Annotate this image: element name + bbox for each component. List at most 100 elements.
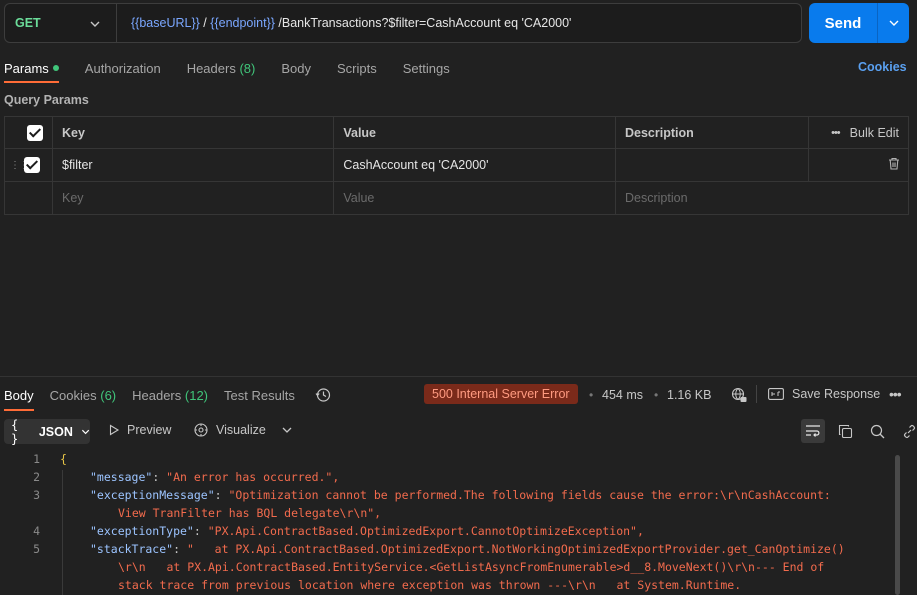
save-response-label: Save Response xyxy=(792,387,881,401)
request-tabs: Params Authorization Headers (8) Body Sc… xyxy=(4,58,476,83)
more-icon[interactable]: ••• xyxy=(889,386,902,402)
json-key: "message" xyxy=(90,470,153,484)
preview-button[interactable]: Preview xyxy=(108,423,171,437)
params-active-dot xyxy=(52,64,59,71)
tab-settings[interactable]: Settings xyxy=(403,61,450,76)
code-line: "message": "An error has occurred.", xyxy=(90,470,340,484)
preview-label: Preview xyxy=(127,423,172,437)
save-response-button[interactable]: Save Response xyxy=(768,387,880,401)
line-number: 4 xyxy=(33,524,40,538)
json-key: "stackTrace" xyxy=(90,542,174,556)
response-time[interactable]: 454 ms xyxy=(602,388,643,402)
more-icon[interactable]: ••• xyxy=(831,127,841,139)
select-all-cell xyxy=(4,116,53,149)
table-row: Key Value Description xyxy=(4,181,909,215)
method-label: GET xyxy=(15,16,41,30)
tab-params-label: Params xyxy=(4,60,49,76)
chevron-down-icon[interactable] xyxy=(281,424,293,436)
drag-handle-icon[interactable]: ⋮⋮ xyxy=(10,160,29,171)
json-key: "exceptionMessage" xyxy=(90,488,215,502)
scrollbar[interactable] xyxy=(895,455,900,595)
column-header-key: Key xyxy=(51,116,335,149)
param-key-cell[interactable]: $filter xyxy=(51,148,335,182)
meta-separator: • xyxy=(654,388,659,402)
column-header-value: Value xyxy=(333,116,616,149)
tab-response-cookies-label: Cookies xyxy=(49,387,97,403)
response-headers-count: (12) xyxy=(184,387,209,403)
table-header-row: Key Value Description ••• Bulk Edit xyxy=(4,116,909,149)
delete-cell xyxy=(808,148,909,182)
code-line-wrap: View TranFilter has BQL delegate\r\n", xyxy=(118,506,382,520)
json-value: "An error has occurred.", xyxy=(166,470,340,484)
key-placeholder[interactable]: Key xyxy=(51,181,335,215)
code-line-wrap: \r\n at PX.Api.ContractBased.EntityServi… xyxy=(118,560,825,574)
json-value: " at PX.Api.ContractBased.OptimizedExpor… xyxy=(186,542,845,556)
link-icon[interactable] xyxy=(897,419,917,443)
line-number: 1 xyxy=(33,452,40,466)
response-cookies-count: (6) xyxy=(100,387,117,403)
line-number: 2 xyxy=(33,470,40,484)
table-row: ⋮⋮ $filter CashAccount eq 'CA2000' xyxy=(4,148,909,182)
send-options-button[interactable] xyxy=(877,3,909,43)
tab-response-cookies[interactable]: Cookies (6) xyxy=(50,388,116,403)
url-separator: / xyxy=(203,16,207,30)
meta-separator: • xyxy=(589,388,594,402)
send-button[interactable]: Send xyxy=(809,3,877,43)
response-tools xyxy=(801,419,917,443)
query-params-title: Query Params xyxy=(4,93,89,107)
value-placeholder[interactable]: Value xyxy=(333,181,616,215)
pane-divider[interactable] xyxy=(0,376,917,377)
url-base-variable[interactable]: {{baseURL}} xyxy=(131,16,200,30)
headers-count: (8) xyxy=(239,60,256,76)
select-all-checkbox[interactable] xyxy=(27,124,43,141)
play-icon xyxy=(109,424,120,436)
tab-authorization[interactable]: Authorization xyxy=(85,61,161,76)
method-select[interactable]: GET xyxy=(5,4,117,42)
history-icon[interactable] xyxy=(315,387,331,403)
response-size[interactable]: 1.16 KB xyxy=(667,388,711,402)
tab-headers[interactable]: Headers (8) xyxy=(187,61,256,76)
bulk-edit-button[interactable]: Bulk Edit xyxy=(850,126,899,140)
tab-scripts[interactable]: Scripts xyxy=(337,61,377,76)
url-endpoint-variable[interactable]: {{endpoint}} xyxy=(210,16,275,30)
row-checkbox[interactable] xyxy=(24,157,40,173)
tab-params[interactable]: Params xyxy=(4,60,59,83)
chevron-down-icon xyxy=(81,429,90,434)
column-header-description: Description xyxy=(614,116,810,149)
url-path: /BankTransactions?$filter=CashAccount eq… xyxy=(278,16,572,30)
trash-icon[interactable] xyxy=(888,157,900,170)
save-response-icon xyxy=(768,388,784,400)
tab-response-body[interactable]: Body xyxy=(4,388,34,411)
search-icon[interactable] xyxy=(865,419,889,443)
row-select-cell: ⋮⋮ xyxy=(4,148,53,182)
visualize-icon xyxy=(194,423,208,437)
wrap-icon[interactable] xyxy=(801,419,825,443)
indent-guide xyxy=(62,470,63,595)
chevron-down-icon xyxy=(889,20,898,26)
copy-icon[interactable] xyxy=(833,419,857,443)
url-input[interactable]: {{baseURL}} / {{endpoint}} /BankTransact… xyxy=(117,16,571,30)
visualize-button[interactable]: Visualize xyxy=(193,422,293,438)
tab-response-headers-label: Headers xyxy=(132,387,182,403)
send-button-group: Send xyxy=(809,3,909,43)
format-label: JSON xyxy=(38,424,73,439)
line-number: 3 xyxy=(33,488,40,502)
tab-headers-label: Headers xyxy=(186,60,236,76)
json-value: "Optimization cannot be performed.The fo… xyxy=(228,488,831,502)
tab-test-results[interactable]: Test Results xyxy=(224,388,295,403)
json-key: "exceptionType" xyxy=(90,524,194,538)
status-badge[interactable]: 500 Internal Server Error xyxy=(424,384,578,404)
description-placeholder[interactable]: Description xyxy=(615,181,909,215)
param-value-cell[interactable]: CashAccount eq 'CA2000' xyxy=(333,148,616,182)
cookies-link[interactable]: Cookies xyxy=(858,60,907,74)
param-description-cell[interactable] xyxy=(614,148,810,182)
format-select[interactable]: { } JSON xyxy=(4,418,90,446)
globe-lock-icon[interactable] xyxy=(731,387,747,403)
query-params-table: Key Value Description ••• Bulk Edit ⋮⋮ $… xyxy=(4,116,909,215)
code-line: "stackTrace": " at PX.Api.ContractBased.… xyxy=(90,542,845,556)
tab-body[interactable]: Body xyxy=(281,61,311,76)
bulk-edit-cell: ••• Bulk Edit xyxy=(808,116,909,149)
code-line: "exceptionMessage": "Optimization cannot… xyxy=(90,488,831,502)
code-line: "exceptionType": "PX.Api.ContractBased.O… xyxy=(90,524,644,538)
tab-response-headers[interactable]: Headers (12) xyxy=(132,388,208,403)
